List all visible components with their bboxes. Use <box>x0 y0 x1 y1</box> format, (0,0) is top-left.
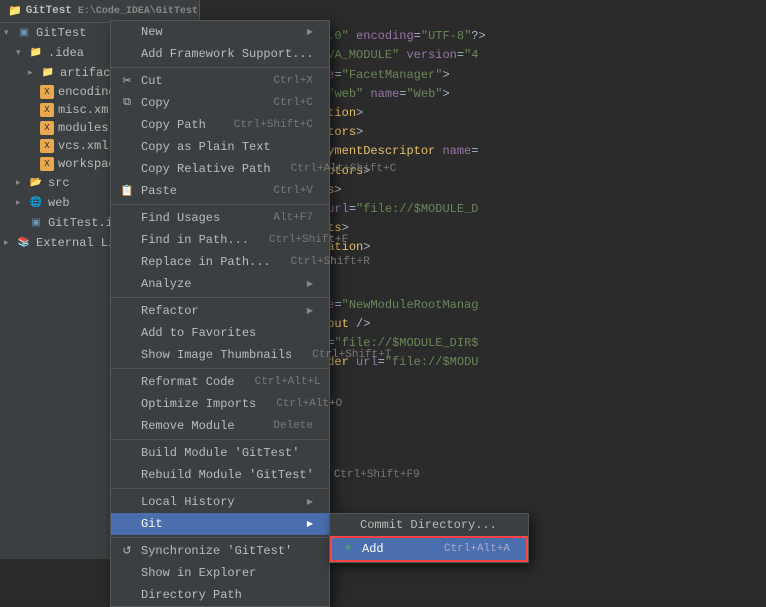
find-in-path-icon <box>119 232 135 248</box>
copy-shortcut: Ctrl+C <box>273 97 313 109</box>
find-usages-icon <box>119 210 135 226</box>
separator-3 <box>111 297 329 298</box>
menu-item-rebuild-module[interactable]: Rebuild Module 'GitTest' Ctrl+Shift+F9 <box>111 464 329 486</box>
xml-icon: X <box>40 139 54 153</box>
tree-arrow: ▸ <box>4 238 16 248</box>
find-usages-shortcut: Alt+F7 <box>273 212 313 224</box>
rebuild-icon <box>119 467 135 483</box>
iml-icon: ▣ <box>28 215 44 231</box>
rebuild-shortcut: Ctrl+Shift+F9 <box>334 469 420 481</box>
project-path: E:\Code_IDEA\GitTest <box>78 6 198 17</box>
copy-path-shortcut: Ctrl+Shift+C <box>234 119 313 131</box>
menu-item-cut[interactable]: ✂ Cut Ctrl+X <box>111 70 329 92</box>
menu-item-copy[interactable]: ⧉ Copy Ctrl+C <box>111 92 329 114</box>
separator-1 <box>111 67 329 68</box>
lib-icon: 📚 <box>16 235 32 251</box>
submenu-item-add[interactable]: + Add Ctrl+Alt+A <box>330 536 528 562</box>
new-icon <box>119 24 135 40</box>
menu-item-show-in-explorer[interactable]: Show in Explorer <box>111 562 329 584</box>
separator-6 <box>111 488 329 489</box>
framework-icon <box>119 46 135 62</box>
replace-shortcut: Ctrl+Shift+R <box>291 256 370 268</box>
context-menu: New Add Framework Support... ✂ Cut Ctrl+… <box>110 20 330 607</box>
copy-icon: ⧉ <box>119 95 135 111</box>
xml-icon: X <box>40 157 54 171</box>
remove-icon <box>119 418 135 434</box>
xml-icon: X <box>40 103 54 117</box>
menu-item-replace-in-path[interactable]: Replace in Path... Ctrl+Shift+R <box>111 251 329 273</box>
web-icon: 🌐 <box>28 195 44 211</box>
dir-path-icon <box>119 587 135 603</box>
menu-item-remove-module[interactable]: Remove Module Delete <box>111 415 329 437</box>
tree-arrow: ▸ <box>16 178 28 188</box>
copy-relative-shortcut: Ctrl+Alt+Shift+C <box>291 163 397 175</box>
folder-icon: 📁 <box>40 65 56 81</box>
copy-relative-icon <box>119 161 135 177</box>
copy-path-icon <box>119 117 135 133</box>
add-shortcut: Ctrl+Alt+A <box>444 543 510 555</box>
menu-item-find-in-path[interactable]: Find in Path... Ctrl+Shift+F <box>111 229 329 251</box>
src-icon: 📂 <box>28 175 44 191</box>
optimize-shortcut: Ctrl+Alt+O <box>276 398 342 410</box>
separator-5 <box>111 439 329 440</box>
menu-item-new[interactable]: New <box>111 21 329 43</box>
menu-item-analyze[interactable]: Analyze <box>111 273 329 295</box>
cut-icon: ✂ <box>119 73 135 89</box>
paste-icon: 📋 <box>119 183 135 199</box>
tree-arrow: ▸ <box>28 68 40 78</box>
tree-arrow: ▾ <box>4 28 16 38</box>
remove-shortcut: Delete <box>273 420 313 432</box>
xml-icon: X <box>40 121 54 135</box>
build-icon <box>119 445 135 461</box>
replace-icon <box>119 254 135 270</box>
menu-item-git[interactable]: Git <box>111 513 329 535</box>
menu-item-optimize-imports[interactable]: Optimize Imports Ctrl+Alt+O <box>111 393 329 415</box>
submenu-item-commit-directory[interactable]: Commit Directory... <box>330 514 528 536</box>
tree-arrow: ▸ <box>16 198 28 208</box>
project-icon: 📁 <box>8 4 22 18</box>
reformat-shortcut: Ctrl+Alt+L <box>255 376 321 388</box>
thumbnails-icon <box>119 347 135 363</box>
folder-icon: 📁 <box>28 45 44 61</box>
git-icon <box>119 516 135 532</box>
cut-shortcut: Ctrl+X <box>273 75 313 87</box>
find-in-path-shortcut: Ctrl+Shift+F <box>269 234 348 246</box>
add-icon: + <box>340 541 356 557</box>
commit-icon <box>338 517 354 533</box>
paste-shortcut: Ctrl+V <box>273 185 313 197</box>
sync-icon: ↺ <box>119 543 135 559</box>
menu-item-paste[interactable]: 📋 Paste Ctrl+V <box>111 180 329 202</box>
refactor-icon <box>119 303 135 319</box>
module-icon: ▣ <box>16 25 32 41</box>
menu-item-find-usages[interactable]: Find Usages Alt+F7 <box>111 207 329 229</box>
menu-item-add-to-favorites[interactable]: Add to Favorites <box>111 322 329 344</box>
menu-item-build-module[interactable]: Build Module 'GitTest' <box>111 442 329 464</box>
favorites-icon <box>119 325 135 341</box>
menu-item-copy-path[interactable]: Copy Path Ctrl+Shift+C <box>111 114 329 136</box>
copy-plain-icon <box>119 139 135 155</box>
separator-7 <box>111 537 329 538</box>
menu-item-refactor[interactable]: Refactor <box>111 300 329 322</box>
tree-arrow: ▾ <box>16 48 28 58</box>
menu-item-copy-relative[interactable]: Copy Relative Path Ctrl+Alt+Shift+C <box>111 158 329 180</box>
git-submenu: Commit Directory... + Add Ctrl+Alt+A <box>329 513 529 563</box>
menu-item-show-image-thumbnails[interactable]: Show Image Thumbnails Ctrl+Shift+T <box>111 344 329 366</box>
history-icon <box>119 494 135 510</box>
xml-icon: X <box>40 85 54 99</box>
thumbnails-shortcut: Ctrl+Shift+T <box>312 349 391 361</box>
menu-item-reformat-code[interactable]: Reformat Code Ctrl+Alt+L <box>111 371 329 393</box>
menu-item-add-framework[interactable]: Add Framework Support... <box>111 43 329 65</box>
explorer-icon <box>119 565 135 581</box>
separator-2 <box>111 204 329 205</box>
reformat-icon <box>119 374 135 390</box>
menu-item-directory-path[interactable]: Directory Path <box>111 584 329 606</box>
optimize-icon <box>119 396 135 412</box>
menu-item-copy-plain[interactable]: Copy as Plain Text <box>111 136 329 158</box>
git-menu-container: Git Commit Directory... + Add Ctrl+Alt+A <box>111 513 329 535</box>
menu-item-local-history[interactable]: Local History <box>111 491 329 513</box>
separator-4 <box>111 368 329 369</box>
analyze-icon <box>119 276 135 292</box>
